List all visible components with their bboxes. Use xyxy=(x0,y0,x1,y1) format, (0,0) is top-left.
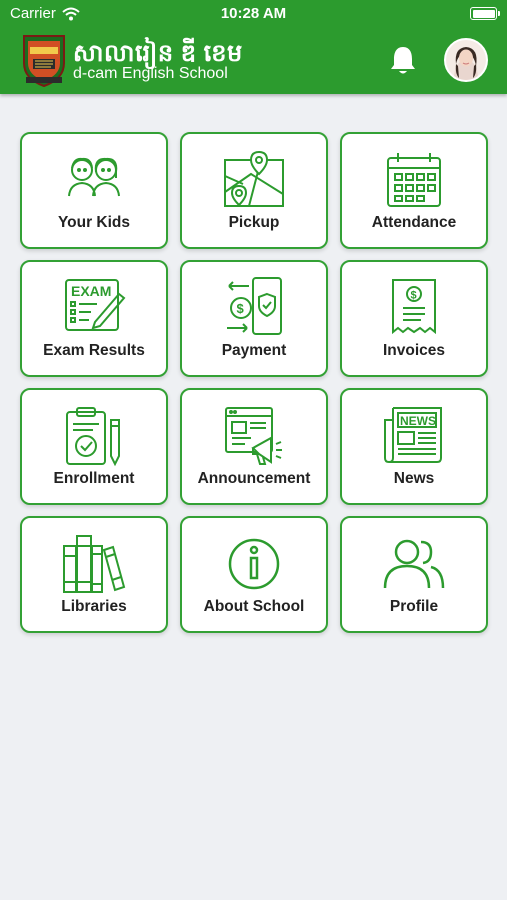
payment-icon: $ xyxy=(227,277,282,335)
menu-label: News xyxy=(393,470,435,487)
school-name-english: d-cam English School xyxy=(73,65,228,82)
megaphone-icon xyxy=(225,407,282,465)
svg-text:$: $ xyxy=(411,290,417,302)
menu-enrollment[interactable]: Enrollment xyxy=(20,388,168,505)
menu-libraries[interactable]: Libraries xyxy=(20,516,168,633)
menu-profile[interactable]: Profile xyxy=(340,516,488,633)
newspaper-icon: NEWS xyxy=(384,407,442,463)
menu-label: Exam Results xyxy=(43,342,145,359)
app-header: Carrier 10:28 AM សាលារៀន ឌី ខេម d-cam En… xyxy=(0,0,507,94)
clipboard-icon xyxy=(66,407,120,467)
menu-label: Payment xyxy=(221,342,287,359)
status-bar: Carrier 10:28 AM xyxy=(0,0,507,28)
menu-invoices[interactable]: $ Invoices xyxy=(340,260,488,377)
menu-label: Libraries xyxy=(61,598,127,615)
svg-text:$: $ xyxy=(237,301,245,316)
users-icon xyxy=(383,539,445,589)
exam-icon: EXAM xyxy=(65,279,126,331)
menu-payment[interactable]: $ Payment xyxy=(180,260,328,377)
menu-label: Your Kids xyxy=(57,214,131,231)
invoice-icon: $ xyxy=(392,279,436,335)
battery-icon xyxy=(470,7,500,20)
exam-icon-text: EXAM xyxy=(71,283,111,299)
menu-label: Profile xyxy=(389,598,439,615)
menu-label: Enrollment xyxy=(53,470,135,487)
menu-about-school[interactable]: About School xyxy=(180,516,328,633)
menu-label: Attendance xyxy=(371,214,457,231)
calendar-icon xyxy=(387,153,441,207)
kids-icon xyxy=(68,157,120,197)
menu-exam-results[interactable]: EXAM Exam Results xyxy=(20,260,168,377)
menu-label: Pickup xyxy=(228,214,280,231)
news-icon-text: NEWS xyxy=(400,414,436,428)
menu-news[interactable]: NEWS News xyxy=(340,388,488,505)
info-icon xyxy=(228,538,280,590)
menu-label: Announcement xyxy=(197,470,311,487)
menu-announcement[interactable]: Announcement xyxy=(180,388,328,505)
school-logo xyxy=(23,35,65,87)
notification-bell-icon[interactable] xyxy=(388,44,418,76)
menu-label: Invoices xyxy=(382,342,446,359)
status-time: 10:28 AM xyxy=(220,5,287,22)
menu-label: About School xyxy=(203,598,305,615)
menu-your-kids[interactable]: Your Kids xyxy=(20,132,168,249)
avatar-photo xyxy=(446,40,486,80)
books-icon xyxy=(63,535,126,593)
menu-pickup[interactable]: Pickup xyxy=(180,132,328,249)
map-pin-icon xyxy=(224,150,284,207)
menu-attendance[interactable]: Attendance xyxy=(340,132,488,249)
user-avatar[interactable] xyxy=(444,38,488,82)
